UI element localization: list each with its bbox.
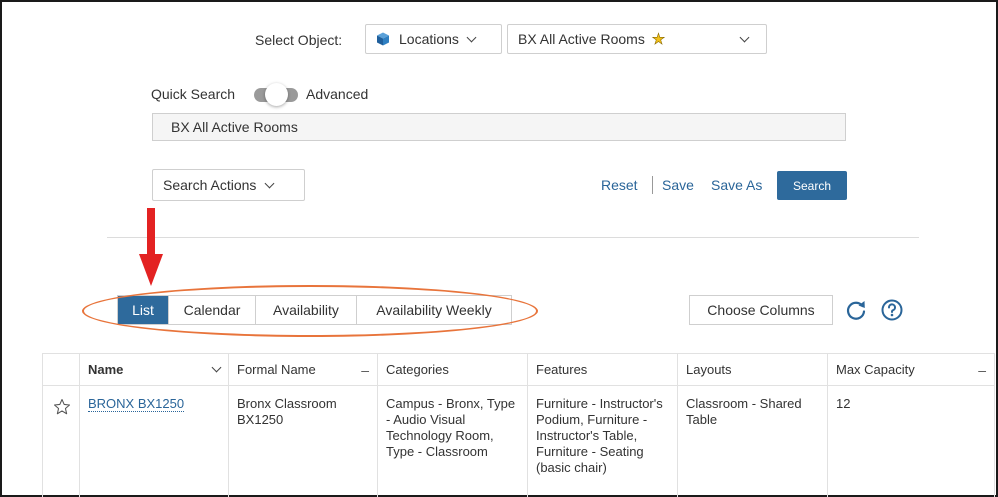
cell-name: BRONX BX1250 <box>79 385 229 497</box>
search-button[interactable]: Search <box>777 171 847 200</box>
chevron-down-icon <box>466 32 477 42</box>
remove-column-icon[interactable]: – <box>361 362 369 378</box>
table-row: BRONX BX1250 Bronx Classroom BX1250 Camp… <box>42 385 995 497</box>
reset-link[interactable]: Reset <box>601 177 638 193</box>
object-type-value: Locations <box>399 31 459 47</box>
help-icon[interactable] <box>881 299 903 321</box>
select-object-label: Select Object: <box>255 32 343 48</box>
search-input[interactable]: BX All Active Rooms <box>152 113 846 141</box>
column-header-label: Max Capacity <box>836 362 915 377</box>
location-name-link[interactable]: BRONX BX1250 <box>88 396 185 412</box>
favorite-cell <box>42 385 80 497</box>
chevron-down-icon <box>264 178 275 188</box>
annotation-arrow <box>139 208 163 286</box>
search-actions-label: Search Actions <box>163 177 257 193</box>
advanced-label: Advanced <box>306 86 369 102</box>
column-header-categories[interactable]: Categories <box>377 353 528 386</box>
column-header-label: Name <box>88 362 124 377</box>
annotation-ellipse <box>82 285 538 337</box>
cell-max-capacity: 12 <box>827 385 995 497</box>
cell-layouts: Classroom - Shared Table <box>677 385 828 497</box>
refresh-icon[interactable] <box>845 299 867 321</box>
column-header-label: Categories <box>386 362 449 377</box>
chevron-down-icon[interactable] <box>211 362 222 373</box>
quick-search-label: Quick Search <box>151 86 236 102</box>
column-header-label: Features <box>536 362 588 377</box>
star-icon: ★ <box>651 31 666 49</box>
search-actions-dropdown[interactable]: Search Actions <box>152 169 305 201</box>
column-header-max-capacity[interactable]: Max Capacity – <box>827 353 995 386</box>
column-header-name[interactable]: Name <box>79 353 229 386</box>
column-header-layouts[interactable]: Layouts <box>677 353 828 386</box>
search-mode-toggle[interactable] <box>254 83 298 106</box>
link-separator <box>652 176 653 194</box>
results-table: Name Formal Name – Categories Features La… <box>42 353 995 497</box>
column-header-label: Formal Name <box>237 362 316 377</box>
cell-features: Furniture - Instructor's Podium, Furnitu… <box>527 385 678 497</box>
cell-formal-name: Bronx Classroom BX1250 <box>228 385 378 497</box>
column-header-label: Layouts <box>686 362 732 377</box>
table-header-row: Name Formal Name – Categories Features La… <box>42 353 995 386</box>
remove-column-icon[interactable]: – <box>978 362 986 378</box>
favorite-column-header <box>42 353 80 386</box>
save-as-link[interactable]: Save As <box>711 177 762 193</box>
chevron-down-icon <box>739 32 750 42</box>
saved-search-value: BX All Active Rooms <box>518 31 645 47</box>
saved-search-text: BX All Active Rooms ★ <box>518 30 666 49</box>
column-header-features[interactable]: Features <box>527 353 678 386</box>
star-icon[interactable] <box>53 398 71 416</box>
choose-columns-button[interactable]: Choose Columns <box>689 295 833 325</box>
cell-categories: Campus - Bronx, Type - Audio Visual Tech… <box>377 385 528 497</box>
cube-icon <box>377 32 389 46</box>
column-header-formal-name[interactable]: Formal Name – <box>228 353 378 386</box>
object-type-dropdown[interactable]: Locations <box>365 24 502 54</box>
section-divider <box>107 237 919 238</box>
saved-search-dropdown[interactable]: BX All Active Rooms ★ <box>507 24 767 54</box>
toggle-knob <box>265 83 288 106</box>
save-link[interactable]: Save <box>662 177 694 193</box>
